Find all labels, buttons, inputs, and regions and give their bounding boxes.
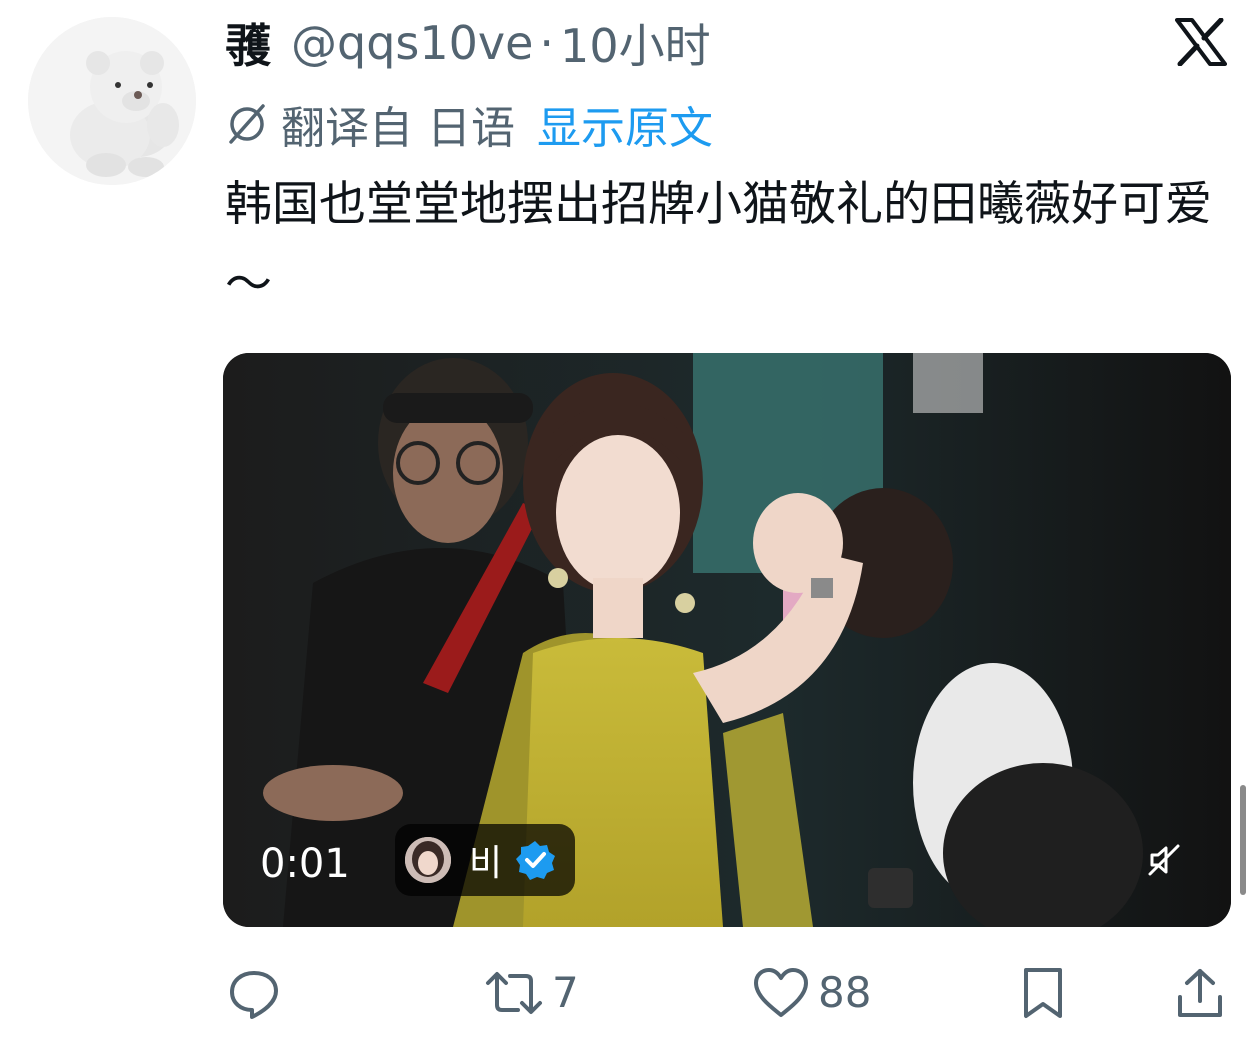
display-name[interactable]: 彟 (225, 10, 271, 76)
share-button[interactable] (1175, 955, 1225, 1030)
retweet-button[interactable]: 7 (484, 955, 579, 1030)
verified-badge-icon (516, 841, 556, 880)
tweet-timestamp[interactable]: 10小时 (560, 10, 711, 76)
video-frame-image (223, 353, 1231, 927)
show-original-link[interactable]: 显示原文 (537, 92, 713, 156)
author-avatar[interactable] (28, 17, 196, 185)
x-logo[interactable] (1175, 18, 1227, 66)
tweet-header: 彟 @qqs10ve · 10小时 (225, 12, 711, 74)
mute-icon[interactable] (1146, 842, 1182, 878)
like-count: 88 (818, 968, 872, 1017)
source-name: 비 (469, 843, 503, 884)
video-elapsed-time: 0:01 (260, 841, 350, 887)
bookmark-icon (1024, 967, 1062, 1018)
bookmark-button[interactable] (1018, 955, 1068, 1030)
like-button[interactable]: 88 (752, 955, 871, 1030)
retweet-count: 7 (552, 968, 579, 1017)
globe-slash-icon (229, 104, 265, 144)
reply-button[interactable] (226, 955, 290, 1030)
translated-from-label: 翻译自 日语 (281, 103, 515, 154)
tweet-action-bar: 7 88 (0, 955, 1259, 1030)
translation-row: 翻译自 日语 显示原文 (225, 96, 713, 154)
tweet-text: 韩国也堂堂地摆出招牌小猫敬礼的田曦薇好可爱～ (225, 177, 1212, 312)
reply-icon (230, 970, 278, 1019)
heart-icon (754, 967, 808, 1017)
separator-dot: · (539, 16, 555, 70)
user-handle[interactable]: @qqs10ve (291, 16, 533, 70)
scrollbar-thumb[interactable] (1240, 785, 1246, 895)
video-player[interactable] (223, 353, 1231, 927)
retweet-icon (486, 971, 542, 1014)
source-avatar (405, 837, 451, 883)
video-source-chip[interactable]: 비 (395, 824, 575, 896)
share-icon (1178, 968, 1222, 1017)
polar-bear-avatar-image (28, 17, 196, 185)
